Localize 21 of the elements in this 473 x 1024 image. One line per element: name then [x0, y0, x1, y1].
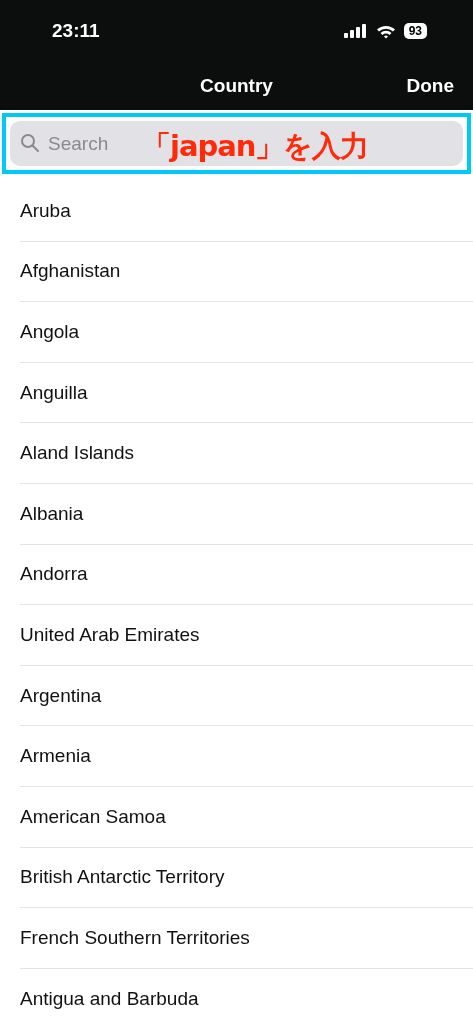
battery-level: 93: [403, 23, 427, 39]
annotation-text: 「japan」を入力: [142, 128, 369, 165]
country-item[interactable]: Angola: [20, 321, 80, 343]
country-item[interactable]: Armenia: [20, 745, 91, 768]
country-item[interactable]: United Arab Emirates: [20, 623, 200, 646]
country-item[interactable]: Afghanistan: [20, 260, 121, 283]
country-item[interactable]: Antigua and Barbuda: [20, 987, 199, 1010]
country-item[interactable]: British Antarctic Territory: [20, 866, 225, 889]
country-item[interactable]: American Samoa: [20, 805, 166, 828]
nav-title: Country: [200, 75, 273, 97]
country-item[interactable]: Aruba: [20, 199, 71, 222]
signal-icon: [343, 24, 368, 38]
country-item[interactable]: Argentina: [20, 684, 102, 707]
wifi-icon: [375, 23, 396, 39]
country-item[interactable]: Aland Islands: [20, 442, 135, 465]
country-item[interactable]: Anguilla: [20, 381, 88, 404]
country-item[interactable]: French Southern Territories: [20, 926, 250, 949]
status-time: 23:11: [52, 20, 100, 42]
country-item[interactable]: Andorra: [20, 563, 88, 586]
done-button[interactable]: Done: [406, 75, 454, 97]
country-item[interactable]: Albania: [20, 502, 84, 525]
